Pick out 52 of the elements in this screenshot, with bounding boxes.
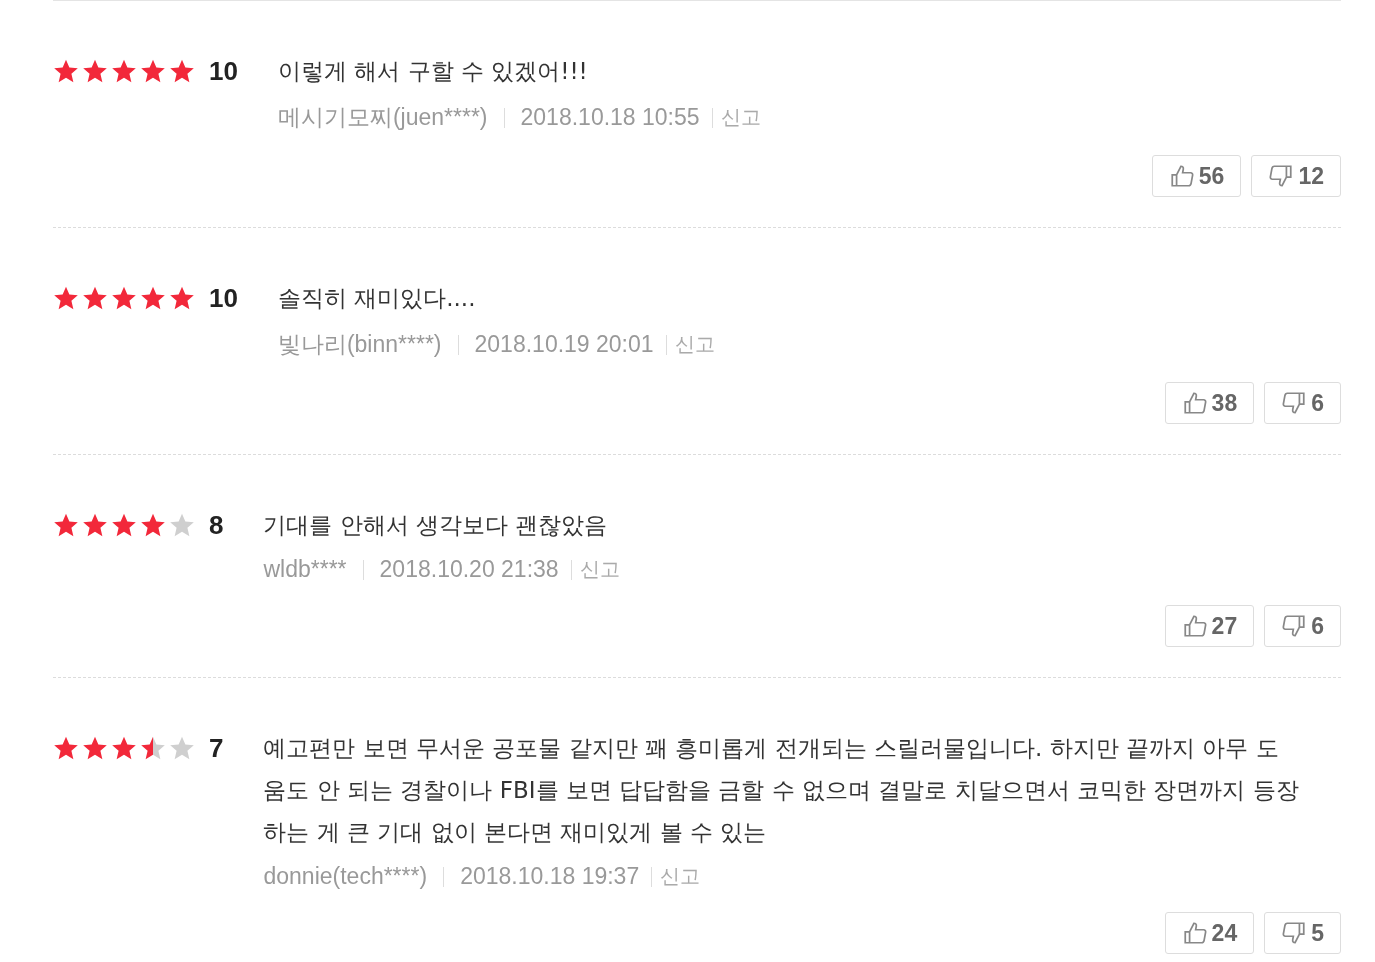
star-icon bbox=[169, 735, 195, 761]
star-icon bbox=[53, 58, 79, 84]
review-date: 2018.10.19 20:01 bbox=[474, 331, 654, 358]
review-text: 이렇게 해서 구할 수 있겠어!!! bbox=[277, 57, 589, 86]
thumbs-down-icon bbox=[1268, 163, 1295, 189]
star-icon bbox=[140, 735, 166, 761]
star-icon bbox=[82, 735, 108, 761]
star-icon bbox=[140, 58, 166, 84]
star-icon bbox=[82, 58, 108, 84]
review-author: 빛나리(binn****) bbox=[277, 330, 442, 359]
star-icon bbox=[53, 735, 79, 761]
thumbs-down-icon bbox=[1281, 920, 1308, 946]
star-icon bbox=[111, 512, 137, 538]
thumbs-up-icon bbox=[1181, 613, 1208, 639]
dislike-button[interactable]: 6 bbox=[1264, 382, 1341, 424]
review-text: 예고편만 보면 무서운 공포물 같지만 꽤 흥미롭게 전개되는 스릴러물입니다. 하지만 끝까지 아무 도움도 안 되는 경찰이나 FBI를 보면 답답함을 금할 수 없으며 결말로 치달으면서 코믹한 장면까지 등장하는 게 큰 기대 없이 본다면 재미있게 볼 수 있는 bbox=[263, 734, 1300, 847]
star-icon bbox=[169, 58, 195, 84]
review-date: 2018.10.20 21:38 bbox=[379, 556, 559, 583]
star-icon bbox=[111, 285, 137, 311]
rating-score: 7 bbox=[209, 732, 224, 764]
review-text: 기대를 안해서 생각보다 괜찮았음 bbox=[263, 511, 609, 540]
rating-score: 10 bbox=[209, 282, 238, 314]
star-icon bbox=[169, 285, 195, 311]
review-author: donnie(tech****) bbox=[263, 863, 428, 890]
star-icon bbox=[53, 285, 79, 311]
star-icon bbox=[82, 285, 108, 311]
like-button[interactable]: 27 bbox=[1164, 605, 1255, 647]
review-author: 메시기모찌(juen****) bbox=[277, 103, 488, 132]
review-text: 솔직히 재미있다.... bbox=[277, 284, 477, 313]
star-icon bbox=[140, 285, 166, 311]
dislike-button[interactable]: 12 bbox=[1251, 155, 1341, 197]
star-icon bbox=[140, 512, 166, 538]
rating-score: 10 bbox=[209, 55, 238, 87]
star-icon bbox=[111, 58, 137, 84]
review-date: 2018.10.18 10:55 bbox=[520, 104, 700, 131]
star-icon bbox=[169, 512, 195, 538]
thumbs-up-icon bbox=[1181, 920, 1208, 946]
star-icon bbox=[82, 512, 108, 538]
like-button[interactable]: 38 bbox=[1164, 382, 1255, 424]
like-button[interactable]: 56 bbox=[1151, 155, 1242, 197]
thumbs-down-icon bbox=[1281, 390, 1308, 416]
rating-score: 8 bbox=[209, 509, 224, 541]
thumbs-up-icon bbox=[1181, 390, 1208, 416]
review-date: 2018.10.18 19:37 bbox=[460, 863, 640, 890]
star-icon bbox=[53, 512, 79, 538]
dislike-button[interactable]: 6 bbox=[1264, 605, 1341, 647]
thumbs-up-icon bbox=[1168, 163, 1195, 189]
dislike-button[interactable]: 5 bbox=[1264, 912, 1341, 954]
review-author: wldb**** bbox=[263, 556, 347, 583]
star-icon bbox=[111, 735, 137, 761]
thumbs-down-icon bbox=[1281, 613, 1308, 639]
like-button[interactable]: 24 bbox=[1164, 912, 1255, 954]
